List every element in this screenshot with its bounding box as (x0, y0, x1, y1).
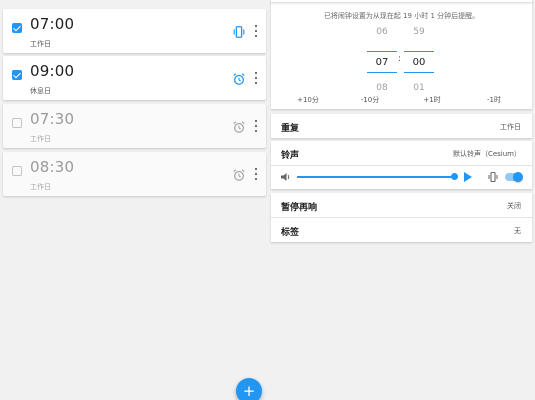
volume-icon (281, 173, 290, 181)
more-options-icon[interactable] (254, 120, 258, 132)
ringtone-label: 铃声 (281, 151, 300, 161)
alarm-card[interactable]: 07:00 工作日 (3, 9, 266, 53)
add-alarm-button[interactable]: + (236, 378, 262, 400)
tag-row[interactable]: 标签 无 (271, 218, 532, 242)
more-options-icon[interactable] (254, 25, 258, 37)
repeat-card[interactable]: 重复 工作日 (271, 114, 532, 138)
minute-selected[interactable]: 00 (404, 51, 434, 73)
tag-label: 标签 (281, 228, 300, 238)
alarm-clock-icon[interactable] (231, 71, 247, 87)
volume-slider-thumb[interactable] (451, 173, 458, 180)
snooze-row[interactable]: 暂停再响 关闭 (271, 193, 532, 217)
alarm-time[interactable]: 07:00 (30, 15, 74, 33)
alarm-time[interactable]: 07:30 (30, 110, 74, 128)
alarm-time[interactable]: 08:30 (30, 158, 74, 176)
alarm-enabled-checkbox[interactable] (12, 166, 22, 176)
repeat-value: 工作日 (500, 123, 521, 131)
header-card-edge (271, 0, 532, 2)
hour-selected[interactable]: 07 (367, 51, 397, 73)
snooze-value: 关闭 (507, 202, 521, 210)
volume-row (271, 165, 532, 189)
repeat-row[interactable]: 重复 工作日 (271, 114, 532, 138)
snooze-tag-card: 暂停再响 关闭 标签 无 (271, 193, 532, 242)
alarm-enabled-checkbox[interactable] (12, 23, 22, 33)
alarm-repeat-days: 工作日 (30, 183, 51, 191)
minute-picker[interactable]: 59 00 01 (404, 26, 434, 96)
alarm-card[interactable]: 08:30 工作日 (3, 152, 266, 196)
repeat-label: 重复 (281, 124, 300, 134)
hour-prev[interactable]: 06 (367, 26, 397, 38)
play-preview-icon[interactable] (464, 172, 472, 182)
alarm-repeat-days: 休息日 (30, 87, 51, 95)
vibrate-icon[interactable] (231, 24, 247, 40)
alarm-repeat-days: 工作日 (30, 135, 51, 143)
more-options-icon[interactable] (254, 168, 258, 180)
alarm-countdown-hint: 已将闹钟设置为从现在起 19 小时 1 分钟后提醒。 (323, 12, 480, 20)
time-separator: : (398, 54, 402, 64)
vibrate-icon (488, 171, 498, 183)
volume-slider-track[interactable] (297, 176, 455, 178)
alarm-repeat-days: 工作日 (30, 40, 51, 48)
alarm-card[interactable]: 09:00 休息日 (3, 56, 266, 100)
snooze-label: 暂停再响 (281, 203, 318, 213)
alarm-clock-icon[interactable] (231, 119, 247, 135)
vibrate-toggle[interactable] (505, 172, 523, 182)
ringtone-row[interactable]: 铃声 默认铃声（Cesium） (271, 141, 532, 165)
hour-next[interactable]: 08 (367, 82, 397, 94)
tag-value: 无 (514, 227, 521, 235)
minus-1-hour-button[interactable]: -1时 (474, 95, 514, 105)
alarm-time[interactable]: 09:00 (30, 62, 74, 80)
alarm-clock-icon[interactable] (231, 167, 247, 183)
alarm-enabled-checkbox[interactable] (12, 118, 22, 128)
more-options-icon[interactable] (254, 72, 258, 84)
plus-10-min-button[interactable]: +10分 (288, 95, 328, 105)
minute-next[interactable]: 01 (404, 82, 434, 94)
alarm-card[interactable]: 07:30 工作日 (3, 104, 266, 148)
minus-10-min-button[interactable]: -10分 (350, 95, 390, 105)
plus-icon: + (242, 381, 256, 400)
minute-prev[interactable]: 59 (404, 26, 434, 38)
ringtone-value: 默认铃声（Cesium） (452, 150, 521, 158)
plus-1-hour-button[interactable]: +1时 (412, 95, 452, 105)
hour-picker[interactable]: 06 07 08 (367, 26, 397, 96)
ringtone-card: 铃声 默认铃声（Cesium） (271, 141, 532, 189)
alarm-enabled-checkbox[interactable] (12, 70, 22, 80)
time-picker-card: 已将闹钟设置为从现在起 19 小时 1 分钟后提醒。 06 07 08 : 59… (271, 0, 532, 109)
